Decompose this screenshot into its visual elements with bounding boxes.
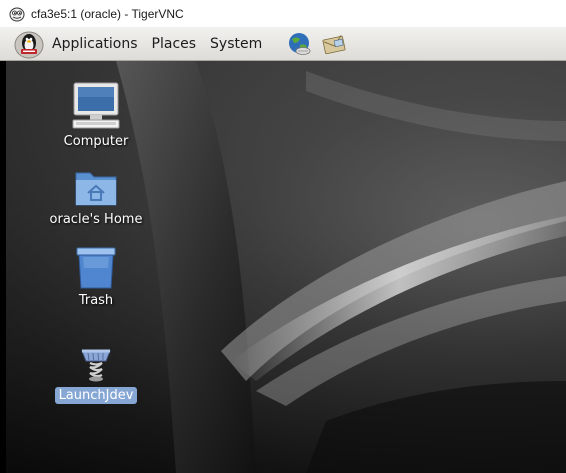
tigervnc-app-icon — [9, 7, 25, 21]
oracle-linux-logo-icon[interactable] — [13, 29, 45, 59]
home-folder-icon — [75, 172, 117, 206]
vnc-window: cfa3e5:1 (oracle) - TigerVNC Application… — [0, 0, 566, 473]
desktop-icon-trash[interactable]: Trash — [41, 246, 151, 309]
desktop-icon-computer[interactable]: Computer — [41, 81, 151, 150]
desktop-icon-label: oracle's Home — [49, 212, 143, 227]
window-titlebar[interactable]: cfa3e5:1 (oracle) - TigerVNC — [0, 0, 566, 27]
trash-icon — [76, 247, 116, 289]
menu-applications[interactable]: Applications — [45, 36, 145, 52]
mail-client-icon[interactable] — [321, 31, 347, 57]
menu-system[interactable]: System — [203, 36, 269, 52]
menu-places[interactable]: Places — [145, 36, 204, 52]
desktop[interactable]: Computer oracle's Home Trash LaunchJdev — [6, 61, 566, 473]
web-browser-icon[interactable] — [286, 31, 312, 57]
desktop-icon-label: LaunchJdev — [54, 387, 138, 404]
launcher-script-icon — [81, 349, 111, 382]
computer-icon — [72, 82, 120, 129]
top-panel: Applications Places System — [0, 27, 566, 61]
desktop-icon-launchjdev[interactable]: LaunchJdev — [41, 345, 151, 404]
desktop-icon-label: Computer — [63, 134, 129, 149]
desktop-icon-home[interactable]: oracle's Home — [41, 165, 151, 228]
desktop-icon-label: Trash — [78, 293, 114, 308]
window-title: cfa3e5:1 (oracle) - TigerVNC — [31, 6, 184, 21]
